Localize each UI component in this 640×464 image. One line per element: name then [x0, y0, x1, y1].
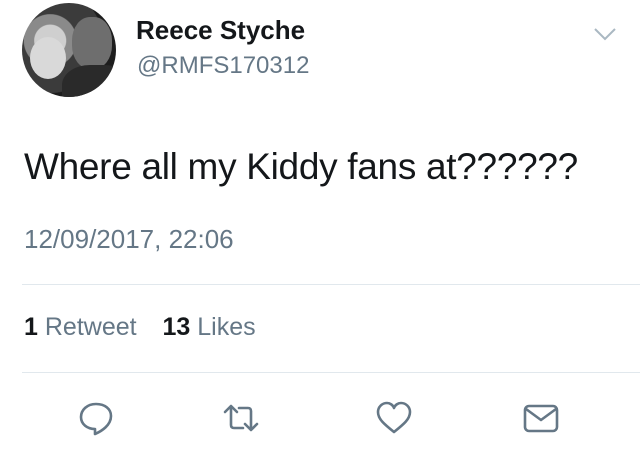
- avatar-photo-man: [72, 17, 112, 69]
- reply-icon[interactable]: [76, 398, 116, 438]
- like-icon[interactable]: [374, 398, 414, 438]
- tweet-card: Reece Styche @RMFS170312 Where all my Ki…: [0, 0, 640, 464]
- retweets-count: 1: [24, 313, 38, 341]
- likes-stat[interactable]: 13 Likes: [162, 313, 255, 341]
- author-display-name[interactable]: Reece Styche: [136, 15, 305, 46]
- likes-count: 13: [162, 313, 191, 341]
- divider: [22, 284, 640, 285]
- tweet-stats: 1 Retweet 13 Likes: [24, 313, 256, 342]
- retweets-stat[interactable]: 1 Retweet: [24, 313, 144, 341]
- likes-label: Likes: [197, 313, 256, 341]
- avatar-photo-shoulder: [62, 65, 116, 97]
- retweet-icon[interactable]: [221, 398, 261, 438]
- divider: [22, 372, 640, 373]
- chevron-down-icon[interactable]: [592, 24, 618, 44]
- tweet-text: Where all my Kiddy fans at??????: [24, 146, 578, 187]
- author-handle[interactable]: @RMFS170312: [137, 52, 309, 80]
- avatar[interactable]: [22, 3, 116, 97]
- tweet-timestamp[interactable]: 12/09/2017, 22:06: [24, 224, 234, 255]
- direct-message-icon[interactable]: [521, 398, 561, 438]
- avatar-photo-child: [30, 37, 66, 79]
- retweets-label: Retweet: [44, 313, 137, 341]
